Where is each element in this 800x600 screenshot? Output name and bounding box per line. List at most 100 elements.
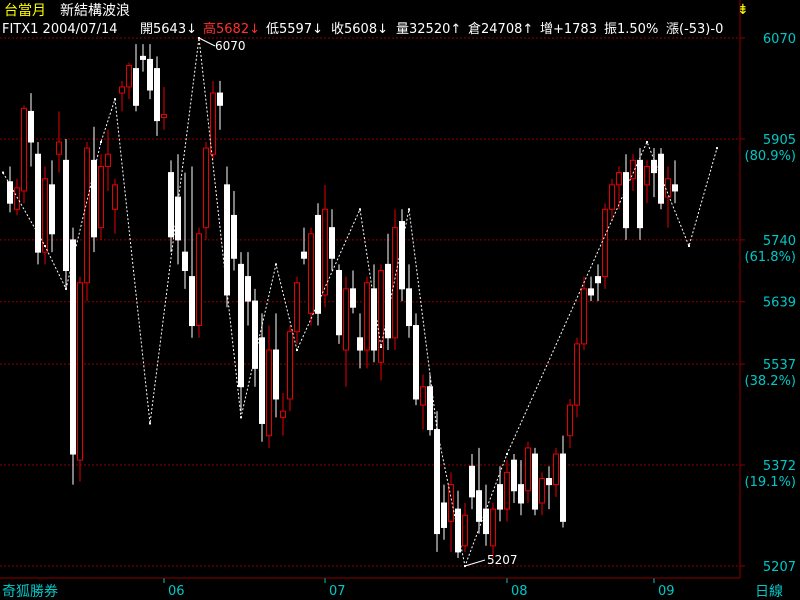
oi-change-value: 增+1783 — [540, 22, 597, 37]
candle-body — [56, 141, 62, 155]
quote-line: FITX1 2004/07/14 開5643↓ 高5682↓ 低5597↓ 收5… — [2, 21, 723, 37]
trough-label: 5207 — [487, 553, 518, 567]
candle — [203, 142, 209, 240]
candle-body — [294, 282, 300, 333]
candle-body — [189, 276, 195, 327]
zigzag-point — [100, 141, 102, 144]
candle — [266, 325, 272, 448]
candle — [182, 172, 188, 289]
candle-body — [217, 92, 223, 106]
candle-body — [392, 227, 398, 339]
y-tick-label: 5905 — [763, 133, 796, 148]
candle — [462, 502, 468, 552]
candle-body — [42, 178, 48, 253]
candle-body — [434, 429, 440, 535]
candle — [7, 166, 13, 213]
candle-body — [133, 68, 139, 106]
candle — [420, 374, 426, 430]
candle-body — [448, 484, 454, 522]
zigzag-point — [275, 263, 277, 266]
candle-body — [98, 165, 104, 229]
candle-body — [28, 110, 34, 143]
candle-body — [364, 282, 370, 351]
candlestick-chart[interactable]: 6070 5905(80.9%) 5740(61.8%) 5639 5537(38.2%… — [0, 0, 800, 600]
candle-body — [574, 343, 580, 406]
candle — [504, 460, 510, 522]
candle — [385, 233, 391, 351]
x-tick-label: 06 — [168, 584, 185, 599]
candle-body — [154, 68, 160, 122]
candle-body — [336, 269, 342, 336]
candle-body — [357, 337, 363, 351]
candle — [161, 86, 167, 130]
zigzag-point — [646, 141, 648, 144]
y-tick-label: 5372 — [763, 459, 796, 474]
candle — [35, 142, 41, 265]
low-value: 低5597↓ — [266, 22, 323, 37]
chart-title: 台當月 — [4, 3, 46, 19]
candle — [98, 154, 104, 240]
candle — [539, 472, 545, 516]
candle-body — [329, 227, 335, 259]
candle-body — [651, 159, 657, 174]
chart-subtitle: 新結構波浪 — [60, 3, 130, 19]
candle-body — [140, 55, 146, 60]
down-arrow-icon[interactable]: ⇟ — [737, 2, 749, 18]
zigzag-point — [44, 245, 46, 248]
peak-pointer — [198, 37, 216, 47]
candle-body — [511, 459, 517, 492]
candle — [434, 411, 440, 552]
candle — [49, 160, 55, 253]
price-axis: 6070 5905(80.9%) 5740(61.8%) 5639 5537(38.2%… — [745, 32, 796, 575]
candle — [518, 460, 524, 516]
y-tick-sublabel: (19.1%) — [745, 475, 796, 490]
candle-body — [378, 269, 384, 363]
candle-body — [553, 453, 559, 486]
candle — [602, 203, 608, 289]
candle — [259, 313, 265, 442]
candle — [133, 44, 139, 112]
volume-value: 量32520↑ — [396, 22, 461, 37]
candle — [658, 148, 664, 210]
y-tick-label: 5740 — [763, 234, 796, 249]
candle-body — [546, 478, 552, 486]
period-label[interactable]: 日線 — [755, 584, 783, 600]
candle — [154, 56, 160, 136]
candle — [448, 472, 454, 552]
candle — [287, 325, 293, 412]
candle — [574, 337, 580, 418]
candle — [532, 447, 538, 516]
candle-body — [161, 113, 167, 119]
candle — [63, 138, 69, 289]
candle — [665, 166, 671, 228]
candle — [616, 166, 622, 210]
candle — [336, 264, 342, 344]
candle — [119, 80, 125, 112]
zigzag-point — [408, 208, 410, 211]
candle-body — [280, 410, 286, 418]
candle — [217, 80, 223, 130]
candle-body — [14, 187, 20, 210]
candle — [357, 313, 363, 369]
date-axis: 06 07 08 09 — [163, 578, 675, 599]
candle — [84, 142, 90, 302]
candle — [399, 209, 405, 302]
candle-body — [588, 288, 594, 296]
candle-body — [196, 233, 202, 327]
candle-body — [147, 58, 153, 91]
candle — [301, 227, 307, 265]
candle-body — [532, 453, 538, 510]
y-tick-sublabel: (80.9%) — [745, 149, 796, 164]
y-tick-sublabel: (61.8%) — [745, 250, 796, 265]
candle-body — [672, 184, 678, 192]
candle-body — [7, 181, 13, 204]
candle-body — [322, 208, 328, 296]
candle-body — [644, 165, 650, 186]
candle-body — [476, 490, 482, 522]
candle-body — [84, 147, 90, 284]
candle — [168, 160, 174, 253]
candle — [189, 166, 195, 338]
candle-body — [497, 484, 503, 510]
candle — [294, 276, 300, 344]
candle-body — [504, 471, 510, 510]
